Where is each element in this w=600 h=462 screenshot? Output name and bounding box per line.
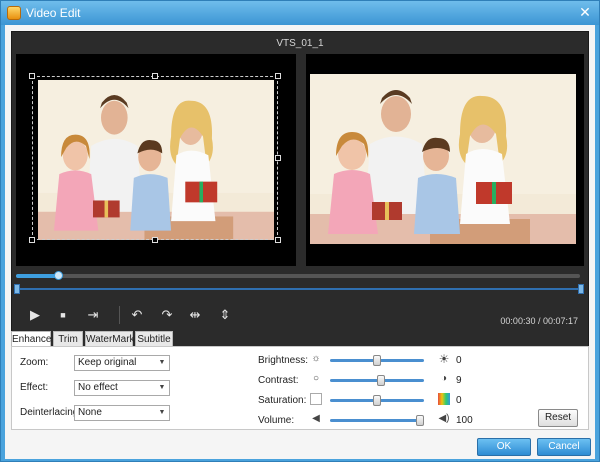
brightness-label: Brightness: xyxy=(258,355,309,366)
video-edit-window: Video Edit ✕ VTS_01_1 ▶ ■ ⇥ ↶ ↷ ⇹ ⇕ 00:0… xyxy=(0,0,600,462)
crop-handle[interactable] xyxy=(152,73,158,79)
title-bar[interactable]: Video Edit ✕ xyxy=(1,1,599,25)
saturation-high-icon xyxy=(438,393,450,405)
crop-frame[interactable] xyxy=(32,76,278,240)
effect-select[interactable]: No effect ▼ xyxy=(74,380,170,396)
slider-knob[interactable] xyxy=(377,375,385,386)
saturation-value: 0 xyxy=(456,395,462,406)
volume-slider[interactable] xyxy=(330,415,424,426)
crop-handle[interactable] xyxy=(275,155,281,161)
enhance-panel: Zoom: Keep original ▼ Effect: No effect … xyxy=(11,346,589,430)
trim-range-line xyxy=(16,288,582,290)
chevron-down-icon: ▼ xyxy=(158,384,166,391)
effect-select-value: No effect xyxy=(78,382,118,393)
saturation-low-icon xyxy=(310,393,322,405)
brightness-slider[interactable] xyxy=(330,355,424,366)
contrast-value: 9 xyxy=(456,375,462,386)
brightness-value: 0 xyxy=(456,355,462,366)
volume-label: Volume: xyxy=(258,415,295,426)
zoom-select[interactable]: Keep original ▼ xyxy=(74,355,170,371)
slider-knob[interactable] xyxy=(416,415,424,426)
window-title: Video Edit xyxy=(26,6,81,20)
contrast-label: Contrast: xyxy=(258,375,299,386)
video-player: VTS_01_1 ▶ ■ ⇥ ↶ ↷ ⇹ ⇕ 00:00:30 / 00:07:… xyxy=(11,31,589,349)
slider-knob[interactable] xyxy=(373,395,381,406)
file-title: VTS_01_1 xyxy=(276,38,324,49)
app-icon xyxy=(7,6,21,20)
reset-button[interactable]: Reset xyxy=(538,409,578,427)
deinterlacing-label: Deinterlacing: xyxy=(20,407,82,418)
play-icon[interactable]: ▶ xyxy=(24,304,46,326)
crop-handle[interactable] xyxy=(29,237,35,243)
deinterlacing-select[interactable]: None ▼ xyxy=(74,405,170,421)
toolbar-divider xyxy=(119,306,120,324)
dialog-body: VTS_01_1 ▶ ■ ⇥ ↶ ↷ ⇹ ⇕ 00:00:30 / 00:07:… xyxy=(5,25,595,459)
range-end-marker[interactable] xyxy=(578,284,584,294)
close-icon[interactable]: ✕ xyxy=(577,4,593,20)
range-start-marker[interactable] xyxy=(14,284,20,294)
chevron-down-icon: ▼ xyxy=(158,409,166,416)
effect-label: Effect: xyxy=(20,382,49,393)
contrast-low-icon: ○ xyxy=(312,373,320,384)
snapshot-icon[interactable]: ⇥ xyxy=(82,304,104,326)
slider-knob[interactable] xyxy=(373,355,381,366)
rotate-left-icon[interactable]: ↶ xyxy=(126,304,148,326)
seek-handle[interactable] xyxy=(54,271,63,280)
volume-high-icon: ◀) xyxy=(438,413,450,424)
crop-handle[interactable] xyxy=(275,237,281,243)
contrast-high-icon: ◑ xyxy=(440,373,448,384)
saturation-label: Saturation: xyxy=(258,395,307,406)
saturation-slider[interactable] xyxy=(330,395,424,406)
flip-vertical-icon[interactable]: ⇕ xyxy=(214,304,236,326)
volume-value: 100 xyxy=(456,415,473,426)
cancel-button[interactable]: Cancel xyxy=(537,438,591,456)
crop-handle[interactable] xyxy=(152,237,158,243)
original-preview xyxy=(16,54,296,266)
time-display: 00:00:30 / 00:07:17 xyxy=(500,316,578,326)
rotate-right-icon[interactable]: ↷ xyxy=(156,304,178,326)
seek-progress xyxy=(16,274,56,278)
tab-trim[interactable]: Trim xyxy=(53,331,83,347)
tab-subtitle[interactable]: Subtitle xyxy=(135,331,173,347)
contrast-slider[interactable] xyxy=(330,375,424,386)
ok-button[interactable]: OK xyxy=(477,438,531,456)
zoom-label: Zoom: xyxy=(20,357,49,368)
brightness-low-icon: ☼ xyxy=(311,353,321,364)
stop-icon[interactable]: ■ xyxy=(52,304,74,326)
volume-low-icon: ◀ xyxy=(312,413,320,424)
output-photo xyxy=(310,74,576,244)
deinterlacing-select-value: None xyxy=(78,407,102,418)
flip-horizontal-icon[interactable]: ⇹ xyxy=(184,304,206,326)
seek-bar[interactable] xyxy=(16,271,580,280)
output-preview xyxy=(306,54,584,266)
chevron-down-icon: ▼ xyxy=(158,359,166,366)
zoom-select-value: Keep original xyxy=(78,357,137,368)
crop-handle[interactable] xyxy=(275,73,281,79)
brightness-high-icon: ☀ xyxy=(438,352,450,366)
tab-watermark[interactable]: WaterMark xyxy=(85,331,135,347)
crop-handle[interactable] xyxy=(29,73,35,79)
